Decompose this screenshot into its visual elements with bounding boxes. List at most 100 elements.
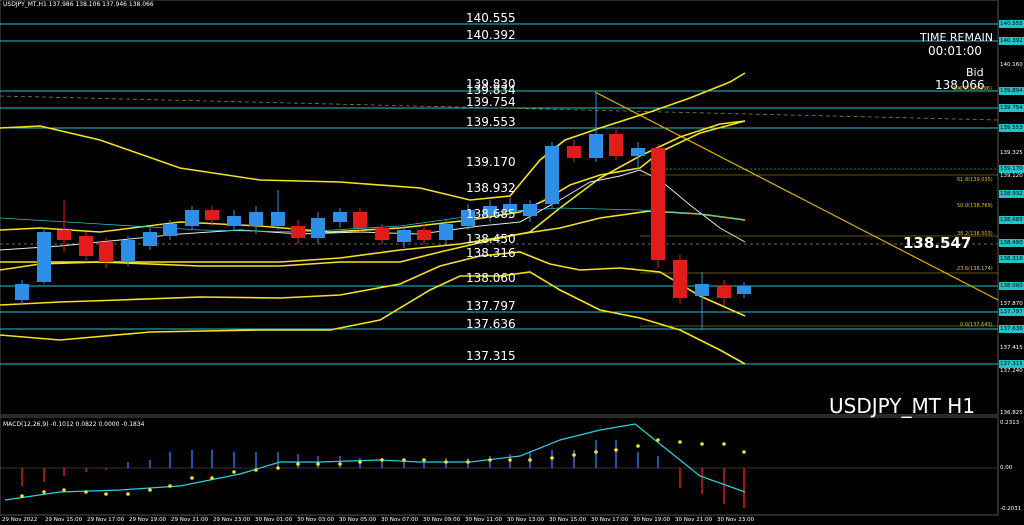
fib-label: 38.2(138.503) (957, 231, 993, 237)
time-tick: 30 Nov 13:00 (507, 517, 545, 523)
candle-body (417, 230, 431, 240)
candle-body (163, 224, 177, 236)
macd-dot (594, 450, 598, 454)
time-tick: 29 Nov 21:00 (171, 517, 209, 523)
macd-dot (614, 448, 618, 452)
price-tag: 138.060 (999, 282, 1024, 290)
candle-body (717, 286, 731, 298)
candle-body (311, 218, 325, 238)
price-tag: 139.553 (999, 124, 1024, 132)
macd-dot (722, 442, 726, 446)
price-tag: 138.932 (999, 190, 1024, 198)
fib-label: 23.6(138.174) (957, 266, 993, 272)
level-label: 138.316 (466, 246, 516, 260)
fib-label: 0.0(137.643) (960, 322, 993, 328)
macd-dot (62, 488, 66, 492)
candle-body (57, 230, 71, 240)
candle-body (567, 146, 581, 158)
macd-tick: 0.2313 (1000, 420, 1020, 426)
time-tick: 30 Nov 11:00 (465, 517, 503, 523)
candle-body (249, 212, 263, 226)
macd-histogram (21, 440, 745, 508)
level-label: 140.392 (466, 28, 516, 42)
macd-dot (466, 460, 470, 464)
time-tick: 30 Nov 23:00 (717, 517, 755, 523)
candle-body (439, 224, 453, 240)
macd-dot (20, 494, 24, 498)
macd-label: MACD(12,26,9) -0.1012 0.0822 0.0000 -0.1… (3, 421, 145, 428)
level-label: 138.685 (466, 207, 516, 221)
level-label: 139.553 (466, 115, 516, 129)
level-label: 137.636 (466, 317, 516, 331)
time-tick: 30 Nov 07:00 (381, 517, 419, 523)
macd-dot (550, 456, 554, 460)
price-tag: 139.170 (999, 165, 1024, 173)
price-tag: 137.315 (999, 360, 1024, 368)
level-label: 138.450 (466, 232, 516, 246)
candle-body (589, 134, 603, 158)
macd-dot (572, 453, 576, 457)
price-tick: 137.415 (1000, 345, 1023, 351)
candle-body (37, 232, 51, 282)
time-remain-value: 00:01:00 (928, 44, 982, 58)
time-tick: 30 Nov 19:00 (633, 517, 671, 523)
macd-tick: -0.2031 (1000, 506, 1022, 512)
level-label: 140.555 (466, 11, 516, 25)
price-tick: 139.325 (1000, 150, 1023, 156)
bands (0, 72, 746, 365)
price-tag: 138.490 (999, 239, 1024, 247)
price-tag: 140.392 (999, 37, 1024, 45)
macd-dot (444, 460, 448, 464)
level-label: 138.932 (466, 181, 516, 195)
level-label: 137.797 (466, 299, 516, 313)
price-tag: 139.894 (999, 87, 1024, 95)
time-tick: 30 Nov 21:00 (675, 517, 713, 523)
time-tick: 30 Nov 17:00 (591, 517, 629, 523)
candle-body (375, 228, 389, 240)
macd-dot (488, 458, 492, 462)
macd-dot (232, 470, 236, 474)
candle-body (545, 146, 559, 204)
candle-body (271, 212, 285, 226)
macd-dot (276, 466, 280, 470)
time-tick: 29 Nov 15:00 (45, 517, 83, 523)
macd-dot (742, 450, 746, 454)
candle-body (99, 242, 113, 262)
macd-dot (296, 462, 300, 466)
price-tag: 137.636 (999, 325, 1024, 333)
price-tick: 140.160 (1000, 62, 1023, 68)
candle-body (631, 148, 645, 156)
macd-dot (126, 492, 130, 496)
macd-dot (528, 458, 532, 462)
candle-body (695, 284, 709, 296)
candle-body (651, 148, 665, 260)
time-remain-label: TIME REMAIN (920, 31, 993, 44)
macd-dot (656, 438, 660, 442)
macd-dot (636, 444, 640, 448)
candle-body (15, 284, 29, 300)
macd-tick: 0.00 (1000, 465, 1013, 471)
macd-dot (508, 458, 512, 462)
price-tick: 137.240 (1000, 368, 1023, 374)
macd-dot (380, 458, 384, 462)
macd-dot (104, 492, 108, 496)
macd-dot (422, 458, 426, 462)
macd-dot (254, 468, 258, 472)
macd-dot (190, 476, 194, 480)
price-tag: 140.555 (999, 20, 1024, 28)
price-tag: 137.797 (999, 308, 1024, 316)
time-tick: 29 Nov 17:00 (87, 517, 125, 523)
candle-body (333, 212, 347, 222)
macd-dot (402, 458, 406, 462)
level-label: 138.060 (466, 271, 516, 285)
macd-dot (338, 462, 342, 466)
candle-body (737, 286, 751, 294)
time-tick: 30 Nov 03:00 (297, 517, 335, 523)
price-tick: 136.825 (1000, 410, 1023, 416)
macd-dot (84, 490, 88, 494)
time-tick: 30 Nov 05:00 (339, 517, 377, 523)
candle-body (143, 232, 157, 246)
candle-body (523, 204, 537, 216)
time-tick: 29 Nov 2022 (2, 517, 38, 523)
time-tick: 30 Nov 01:00 (255, 517, 293, 523)
